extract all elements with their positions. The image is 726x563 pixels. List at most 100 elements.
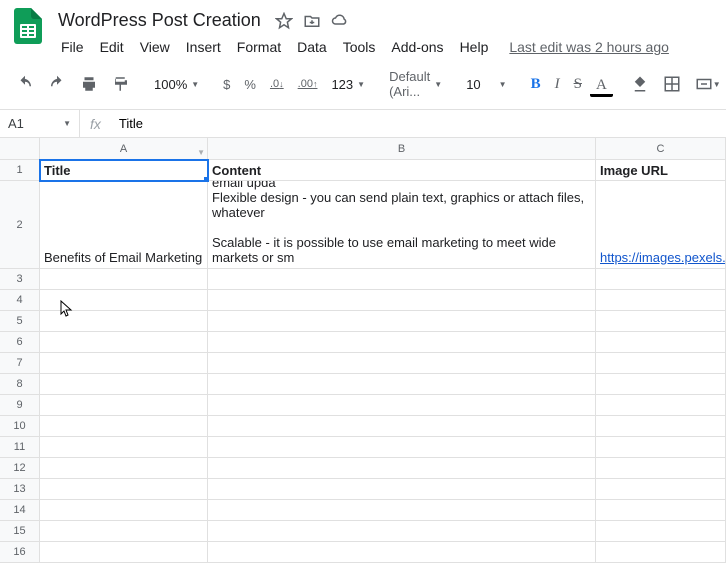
row-header[interactable]: 15 xyxy=(0,521,40,542)
cell[interactable] xyxy=(40,353,208,374)
star-icon[interactable] xyxy=(275,12,293,30)
cell[interactable] xyxy=(208,290,596,311)
row-header[interactable]: 5 xyxy=(0,311,40,332)
cell[interactable] xyxy=(40,416,208,437)
cell[interactable] xyxy=(40,290,208,311)
cell-c2[interactable]: https://images.pexels.con xyxy=(596,181,726,269)
cell[interactable] xyxy=(596,521,726,542)
redo-button[interactable] xyxy=(42,70,72,98)
cloud-icon[interactable] xyxy=(331,12,349,30)
dec-increase-button[interactable]: .00↑ xyxy=(292,73,324,95)
cell[interactable] xyxy=(208,500,596,521)
row-header-2[interactable]: 2 xyxy=(0,181,40,269)
cell[interactable] xyxy=(40,332,208,353)
cell-a1[interactable]: Title xyxy=(40,160,208,181)
cell[interactable] xyxy=(208,542,596,563)
menu-file[interactable]: File xyxy=(54,35,91,59)
cell[interactable] xyxy=(596,500,726,521)
cell[interactable] xyxy=(208,521,596,542)
formula-bar[interactable] xyxy=(111,116,726,131)
font-select[interactable]: Default (Ari...▼ xyxy=(383,65,448,103)
cell[interactable] xyxy=(40,479,208,500)
fill-color-button[interactable] xyxy=(625,70,655,98)
cell[interactable] xyxy=(208,458,596,479)
cell[interactable] xyxy=(596,269,726,290)
cell[interactable] xyxy=(596,458,726,479)
cell[interactable] xyxy=(208,374,596,395)
menu-view[interactable]: View xyxy=(133,35,177,59)
row-header[interactable]: 6 xyxy=(0,332,40,353)
last-edit-link[interactable]: Last edit was 2 hours ago xyxy=(509,39,669,55)
cell[interactable] xyxy=(208,353,596,374)
currency-button[interactable]: $ xyxy=(217,72,236,97)
cell[interactable] xyxy=(208,395,596,416)
menu-addons[interactable]: Add-ons xyxy=(384,35,450,59)
cell[interactable] xyxy=(208,332,596,353)
document-title[interactable]: WordPress Post Creation xyxy=(54,8,265,33)
menu-insert[interactable]: Insert xyxy=(179,35,228,59)
row-header[interactable]: 11 xyxy=(0,437,40,458)
col-header-c[interactable]: C xyxy=(596,138,726,160)
cell[interactable] xyxy=(40,269,208,290)
cell[interactable] xyxy=(40,437,208,458)
name-box[interactable]: A1▼ xyxy=(0,110,80,137)
merge-button[interactable]: ▼ xyxy=(689,70,726,98)
row-header[interactable]: 16 xyxy=(0,542,40,563)
move-icon[interactable] xyxy=(303,12,321,30)
row-header[interactable]: 4 xyxy=(0,290,40,311)
row-header[interactable]: 9 xyxy=(0,395,40,416)
menu-edit[interactable]: Edit xyxy=(93,35,131,59)
cell[interactable] xyxy=(40,500,208,521)
undo-button[interactable] xyxy=(10,70,40,98)
cell-b1[interactable]: Content xyxy=(208,160,596,181)
italic-button[interactable]: I xyxy=(549,71,566,98)
row-header[interactable]: 14 xyxy=(0,500,40,521)
row-header[interactable]: 8 xyxy=(0,374,40,395)
row-header-1[interactable]: 1 xyxy=(0,160,40,181)
cell[interactable] xyxy=(40,458,208,479)
number-format-select[interactable]: 123▼ xyxy=(325,73,371,96)
print-button[interactable] xyxy=(74,70,104,98)
cell-b2[interactable]: Cost-effective – email marketing costs c… xyxy=(208,181,596,269)
select-all-corner[interactable] xyxy=(0,138,40,160)
zoom-select[interactable]: 100%▼ xyxy=(148,73,205,96)
cell[interactable] xyxy=(596,311,726,332)
cell[interactable] xyxy=(40,395,208,416)
menu-help[interactable]: Help xyxy=(453,35,496,59)
cell[interactable] xyxy=(40,542,208,563)
cell[interactable] xyxy=(596,437,726,458)
paint-format-button[interactable] xyxy=(106,70,136,98)
cell[interactable] xyxy=(40,521,208,542)
cell[interactable] xyxy=(596,416,726,437)
cell[interactable] xyxy=(208,311,596,332)
strike-button[interactable]: S xyxy=(568,71,588,98)
bold-button[interactable]: B xyxy=(525,71,547,98)
cell[interactable] xyxy=(596,395,726,416)
cell[interactable] xyxy=(596,353,726,374)
row-header[interactable]: 13 xyxy=(0,479,40,500)
font-size-select[interactable]: 10▼ xyxy=(460,73,512,96)
cell[interactable] xyxy=(596,542,726,563)
cell[interactable] xyxy=(596,374,726,395)
cell-a2[interactable]: Benefits of Email Marketing xyxy=(40,181,208,269)
borders-button[interactable] xyxy=(657,70,687,98)
dec-decrease-button[interactable]: .0↓ xyxy=(264,73,290,95)
col-header-b[interactable]: B xyxy=(208,138,596,160)
menu-tools[interactable]: Tools xyxy=(336,35,383,59)
cell[interactable] xyxy=(40,311,208,332)
cell[interactable] xyxy=(208,437,596,458)
col-header-a[interactable]: A▼ xyxy=(40,138,208,160)
row-header[interactable]: 3 xyxy=(0,269,40,290)
text-color-button[interactable]: A xyxy=(590,72,613,97)
row-header[interactable]: 10 xyxy=(0,416,40,437)
row-header[interactable]: 7 xyxy=(0,353,40,374)
cell[interactable] xyxy=(208,416,596,437)
menu-data[interactable]: Data xyxy=(290,35,334,59)
row-header[interactable]: 12 xyxy=(0,458,40,479)
cell[interactable] xyxy=(596,290,726,311)
cell[interactable] xyxy=(208,269,596,290)
cell[interactable] xyxy=(596,479,726,500)
sheets-logo[interactable] xyxy=(10,8,46,44)
cell[interactable] xyxy=(596,332,726,353)
menu-format[interactable]: Format xyxy=(230,35,288,59)
